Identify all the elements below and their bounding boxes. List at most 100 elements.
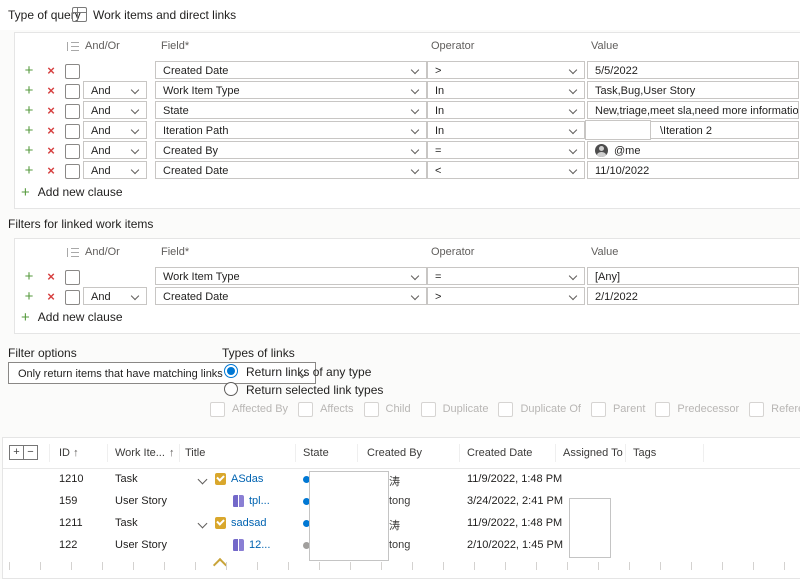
field-dropdown[interactable]: Iteration Path bbox=[155, 121, 427, 139]
clause-checkbox[interactable] bbox=[65, 84, 80, 99]
column-header-created-by[interactable]: Created By bbox=[367, 447, 422, 459]
work-item-link[interactable]: sadsad bbox=[231, 517, 266, 529]
value-input[interactable]: [Any] bbox=[587, 267, 799, 285]
and-or-dropdown[interactable]: And bbox=[83, 121, 147, 139]
column-header-id[interactable]: ID ↑ bbox=[59, 447, 79, 459]
add-new-clause-button[interactable]: + Add new clause bbox=[21, 309, 123, 327]
value-input[interactable]: @me bbox=[587, 141, 799, 159]
insert-clause-icon[interactable] bbox=[21, 141, 37, 161]
field-dropdown[interactable]: Created By bbox=[155, 141, 427, 159]
operator-dropdown[interactable]: = bbox=[427, 267, 585, 285]
radio-selected-label: Return selected link types bbox=[246, 383, 384, 397]
work-item-link[interactable]: ASdas bbox=[231, 473, 263, 485]
group-clauses-icon[interactable] bbox=[67, 42, 79, 51]
expand-all-button[interactable]: + bbox=[9, 445, 24, 460]
remove-clause-icon[interactable] bbox=[43, 267, 59, 287]
chevron-down-icon bbox=[568, 65, 578, 75]
field-dropdown[interactable]: Work Item Type bbox=[155, 267, 427, 285]
field-dropdown[interactable]: Created Date bbox=[155, 287, 427, 305]
insert-clause-icon[interactable] bbox=[21, 267, 37, 287]
group-clauses-icon[interactable] bbox=[67, 248, 79, 257]
and-or-dropdown[interactable]: And bbox=[83, 141, 147, 159]
column-header-state[interactable]: State bbox=[303, 447, 329, 459]
column-header-work-item-type[interactable]: Work Ite... bbox=[115, 447, 165, 459]
types-of-links-label: Types of links bbox=[222, 346, 295, 360]
operator-dropdown[interactable]: In bbox=[427, 101, 585, 119]
work-item-type: User Story bbox=[115, 495, 167, 507]
remove-clause-icon[interactable] bbox=[43, 61, 59, 81]
value-input[interactable]: 11/10/2022 bbox=[587, 161, 799, 179]
operator-dropdown[interactable]: > bbox=[427, 61, 585, 79]
and-or-dropdown[interactable]: And bbox=[83, 161, 147, 179]
col-value: Value bbox=[591, 40, 619, 52]
clause-checkbox[interactable] bbox=[65, 64, 80, 79]
field-dropdown[interactable]: Work Item Type bbox=[155, 81, 427, 99]
link-type-checkbox bbox=[590, 401, 606, 417]
radio-return-selected-types[interactable] bbox=[224, 382, 238, 396]
column-header-title[interactable]: Title bbox=[185, 447, 205, 459]
column-header-tags[interactable]: Tags bbox=[633, 447, 656, 459]
work-item-type: Task bbox=[115, 517, 138, 529]
value-input[interactable]: 2/1/2022 bbox=[587, 287, 799, 305]
insert-clause-icon[interactable] bbox=[21, 121, 37, 141]
operator-dropdown[interactable]: In bbox=[427, 121, 585, 139]
column-header-assigned-to[interactable]: Assigned To bbox=[563, 447, 623, 459]
collapse-all-button[interactable]: − bbox=[23, 445, 38, 460]
clause-row: And Work Item Type In Task,Bug,User Stor… bbox=[15, 81, 800, 101]
sort-asc-icon: ↑ bbox=[73, 447, 79, 459]
clause-checkbox[interactable] bbox=[65, 270, 80, 285]
remove-clause-icon[interactable] bbox=[43, 161, 59, 181]
remove-clause-icon[interactable] bbox=[43, 101, 59, 121]
work-item-id: 1210 bbox=[59, 473, 84, 485]
insert-clause-icon[interactable] bbox=[21, 161, 37, 181]
result-row[interactable]: 1211 Task sadsad 涛 11/9/2022, 1:48 PM bbox=[3, 512, 800, 534]
field-dropdown[interactable]: Created Date bbox=[155, 61, 427, 79]
insert-clause-icon[interactable] bbox=[21, 61, 37, 81]
col-and-or: And/Or bbox=[85, 246, 120, 258]
query-type-value[interactable]: Work items and direct links bbox=[93, 8, 236, 22]
remove-clause-icon[interactable] bbox=[43, 141, 59, 161]
add-new-clause-button[interactable]: + Add new clause bbox=[21, 184, 123, 202]
and-or-dropdown[interactable]: And bbox=[83, 287, 147, 305]
insert-clause-icon[interactable] bbox=[21, 287, 37, 307]
operator-dropdown[interactable]: = bbox=[427, 141, 585, 159]
clause-checkbox[interactable] bbox=[65, 124, 80, 139]
redaction-box bbox=[309, 471, 389, 561]
expand-row-icon[interactable] bbox=[197, 474, 208, 485]
clause-checkbox[interactable] bbox=[65, 144, 80, 159]
value-input[interactable]: New,triage,meet sla,need more informatio… bbox=[587, 101, 799, 119]
field-dropdown[interactable]: Created Date bbox=[155, 161, 427, 179]
and-or-dropdown[interactable]: And bbox=[83, 81, 147, 99]
operator-dropdown[interactable]: > bbox=[427, 287, 585, 305]
operator-dropdown[interactable]: < bbox=[427, 161, 585, 179]
clause-checkbox[interactable] bbox=[65, 164, 80, 179]
remove-clause-icon[interactable] bbox=[43, 121, 59, 141]
result-row[interactable]: 122 User Story 12... tong 2/10/2022, 1:4… bbox=[3, 534, 800, 556]
chevron-down-icon bbox=[410, 105, 420, 115]
clause-row: Work Item Type = [Any] bbox=[15, 267, 800, 287]
clause-checkbox[interactable] bbox=[65, 290, 80, 305]
chevron-down-icon bbox=[568, 145, 578, 155]
value-input[interactable]: 5/5/2022 bbox=[587, 61, 799, 79]
link-type-checkbox bbox=[298, 401, 314, 417]
insert-clause-icon[interactable] bbox=[21, 101, 37, 121]
value-input[interactable]: Task,Bug,User Story bbox=[587, 81, 799, 99]
and-or-dropdown[interactable]: And bbox=[83, 101, 147, 119]
link-type-item: Referenced By bbox=[749, 401, 800, 417]
clause-checkbox[interactable] bbox=[65, 104, 80, 119]
linked-filters-title: Filters for linked work items bbox=[8, 217, 154, 231]
field-dropdown[interactable]: State bbox=[155, 101, 427, 119]
result-row[interactable]: 1210 Task ASdas 涛 11/9/2022, 1:48 PM bbox=[3, 468, 800, 490]
work-item-link[interactable]: 12... bbox=[249, 539, 270, 551]
col-operator: Operator bbox=[431, 40, 475, 52]
column-header-created-date[interactable]: Created Date bbox=[467, 447, 532, 459]
radio-return-any-link[interactable] bbox=[224, 364, 238, 378]
remove-clause-icon[interactable] bbox=[43, 287, 59, 307]
remove-clause-icon[interactable] bbox=[43, 81, 59, 101]
expand-row-icon[interactable] bbox=[197, 518, 208, 529]
insert-clause-icon[interactable] bbox=[21, 81, 37, 101]
work-item-link[interactable]: tpl... bbox=[249, 495, 270, 507]
link-type-item: Duplicate Of bbox=[498, 401, 581, 417]
result-row[interactable]: 159 User Story tpl... tong 3/24/2022, 2:… bbox=[3, 490, 800, 512]
operator-dropdown[interactable]: In bbox=[427, 81, 585, 99]
